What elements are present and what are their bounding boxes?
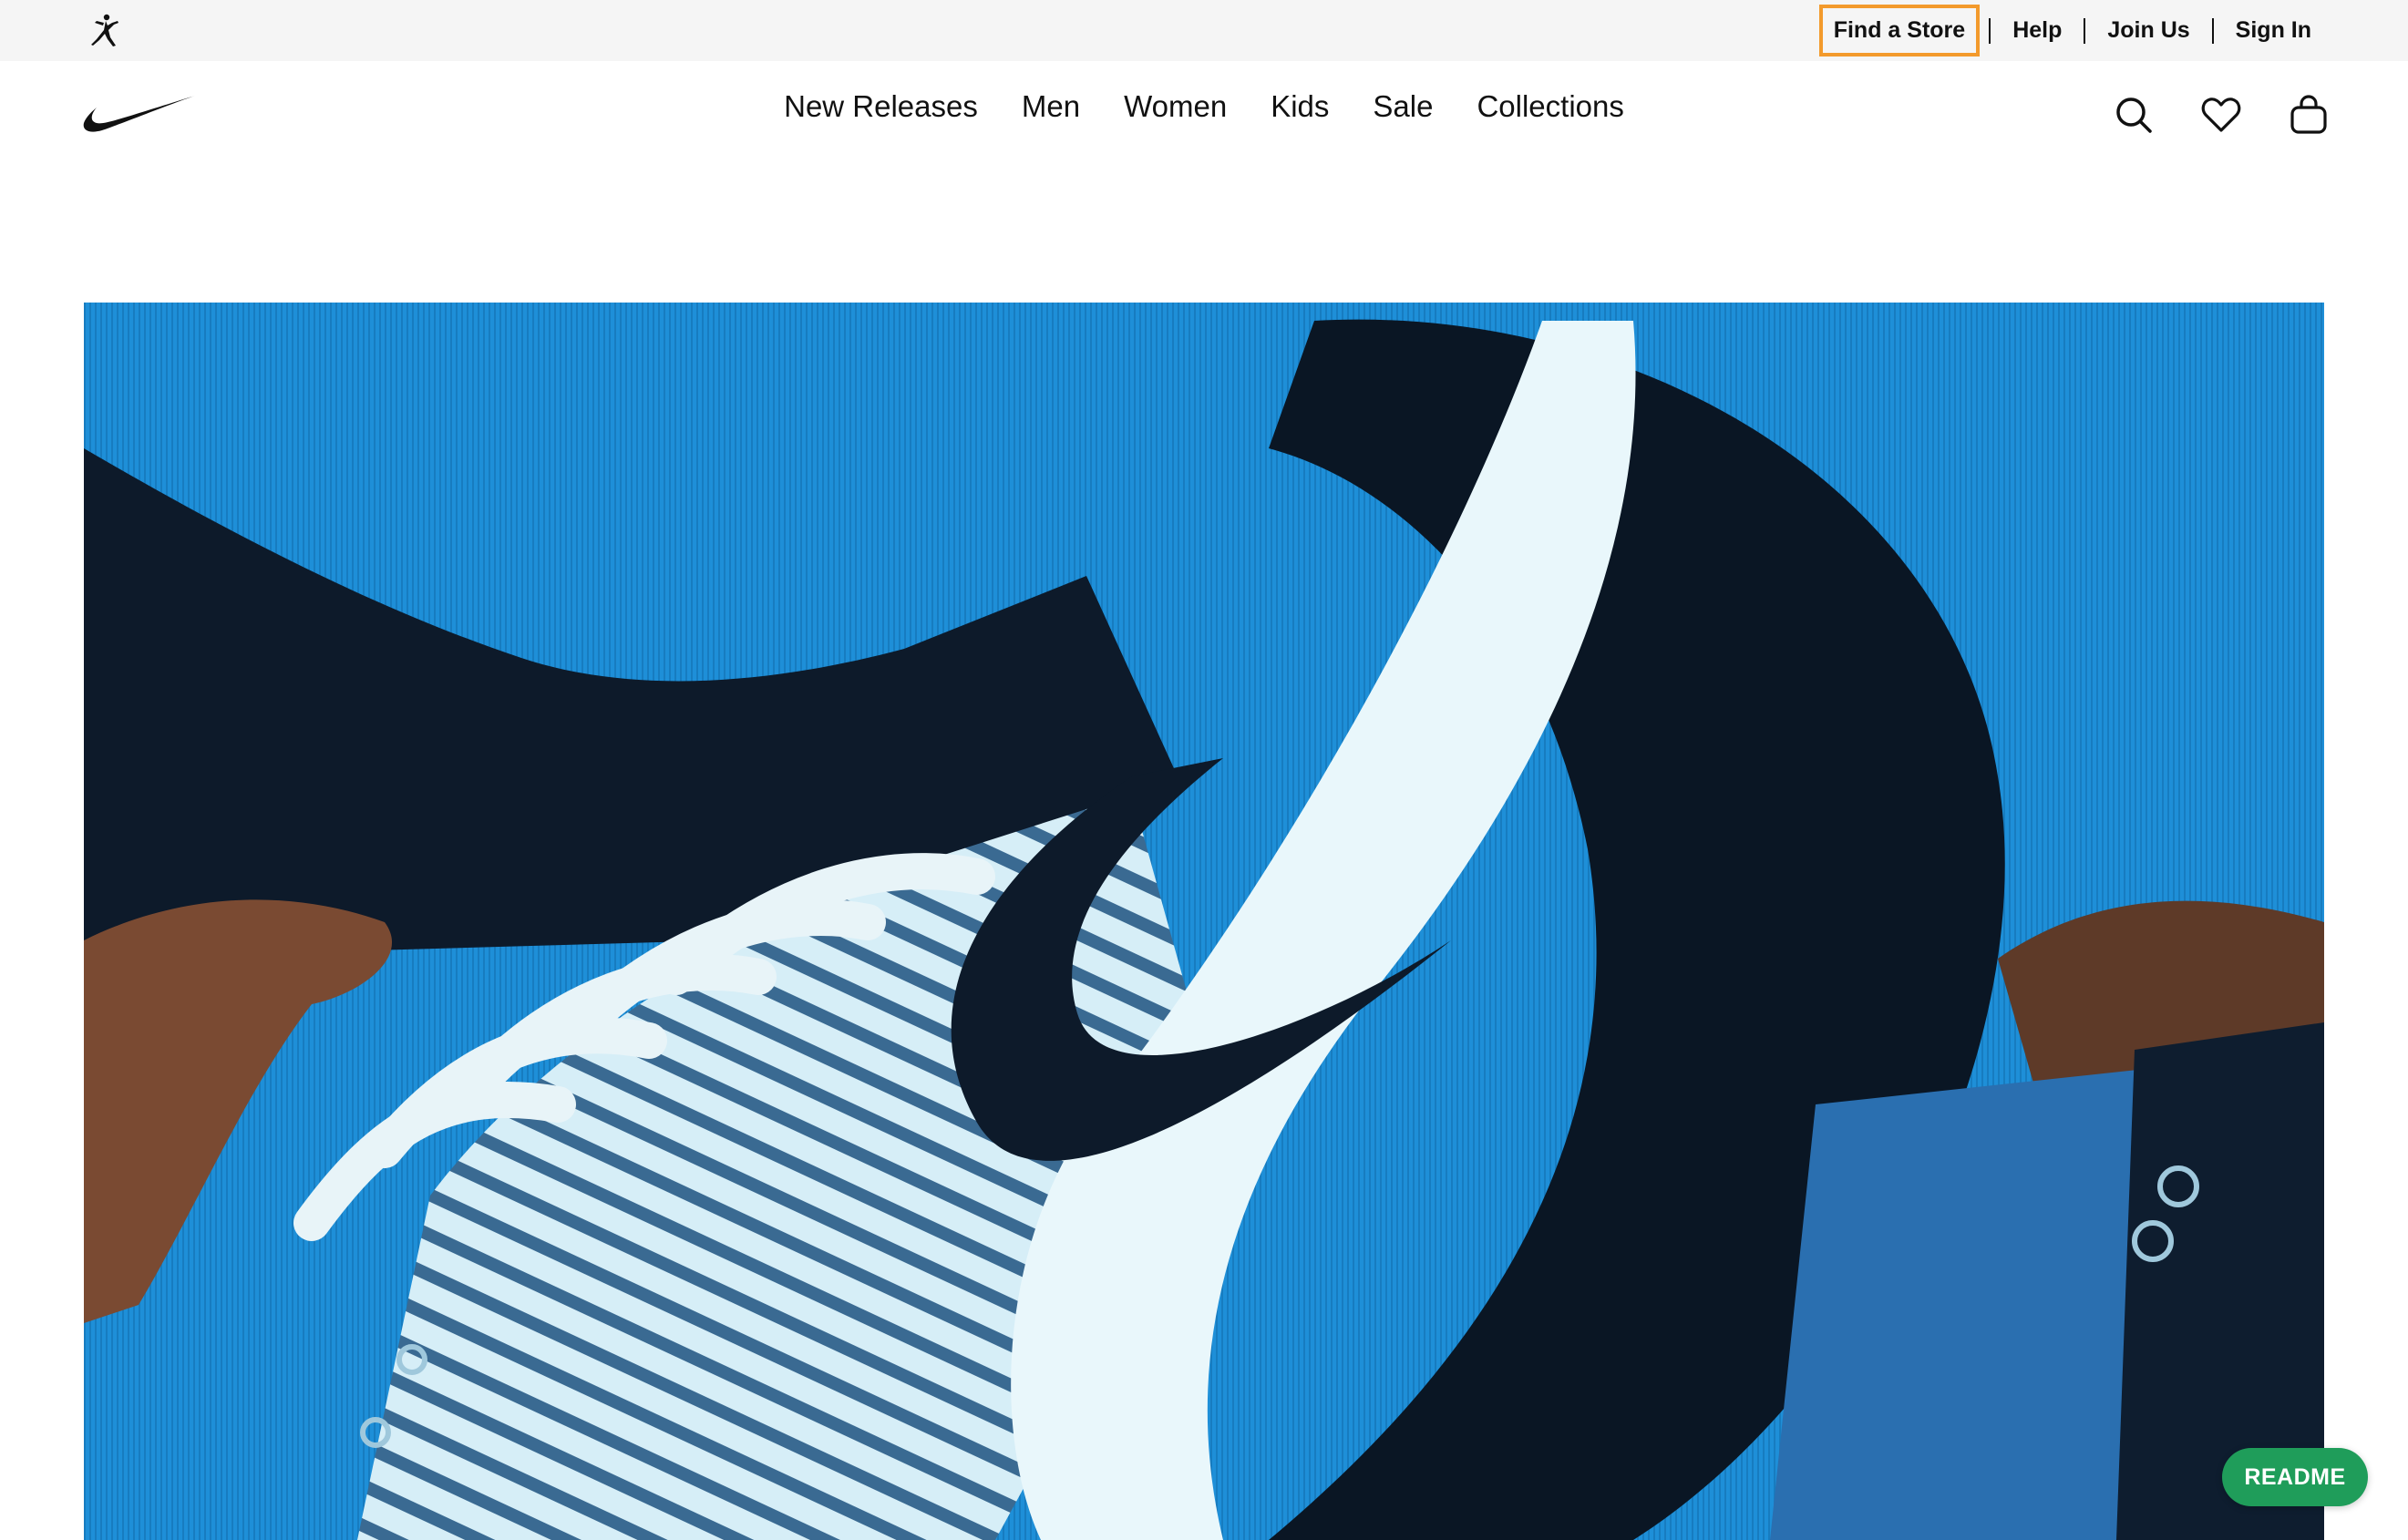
nav-kids[interactable]: Kids [1249, 89, 1351, 124]
jordan-jumpman-icon[interactable] [86, 12, 124, 50]
divider [1989, 17, 1991, 44]
primary-menu: New Releases Men Women Kids Sale Collect… [0, 52, 2408, 161]
hero-video-frame[interactable] [84, 303, 2324, 1540]
readme-button[interactable]: README [2222, 1448, 2368, 1506]
main-nav: New Releases Men Women Kids Sale Collect… [0, 61, 2408, 170]
hero-sneaker-image [84, 303, 2324, 1540]
help-link[interactable]: Help [2000, 19, 2074, 42]
nav-collections[interactable]: Collections [1455, 89, 1645, 124]
nav-men[interactable]: Men [1000, 89, 1102, 124]
find-a-store-link[interactable]: Find a Store [1818, 5, 1981, 56]
divider [2211, 17, 2214, 44]
heart-icon[interactable] [2200, 94, 2242, 136]
bag-icon[interactable] [2288, 94, 2330, 136]
divider [2084, 17, 2086, 44]
join-us-link[interactable]: Join Us [2094, 19, 2202, 42]
sign-in-link[interactable]: Sign In [2223, 19, 2324, 42]
nav-new-releases[interactable]: New Releases [762, 89, 1000, 124]
search-icon[interactable] [2113, 94, 2155, 136]
nav-sale[interactable]: Sale [1351, 89, 1455, 124]
nav-icons [2113, 94, 2330, 136]
nav-women[interactable]: Women [1102, 89, 1249, 124]
